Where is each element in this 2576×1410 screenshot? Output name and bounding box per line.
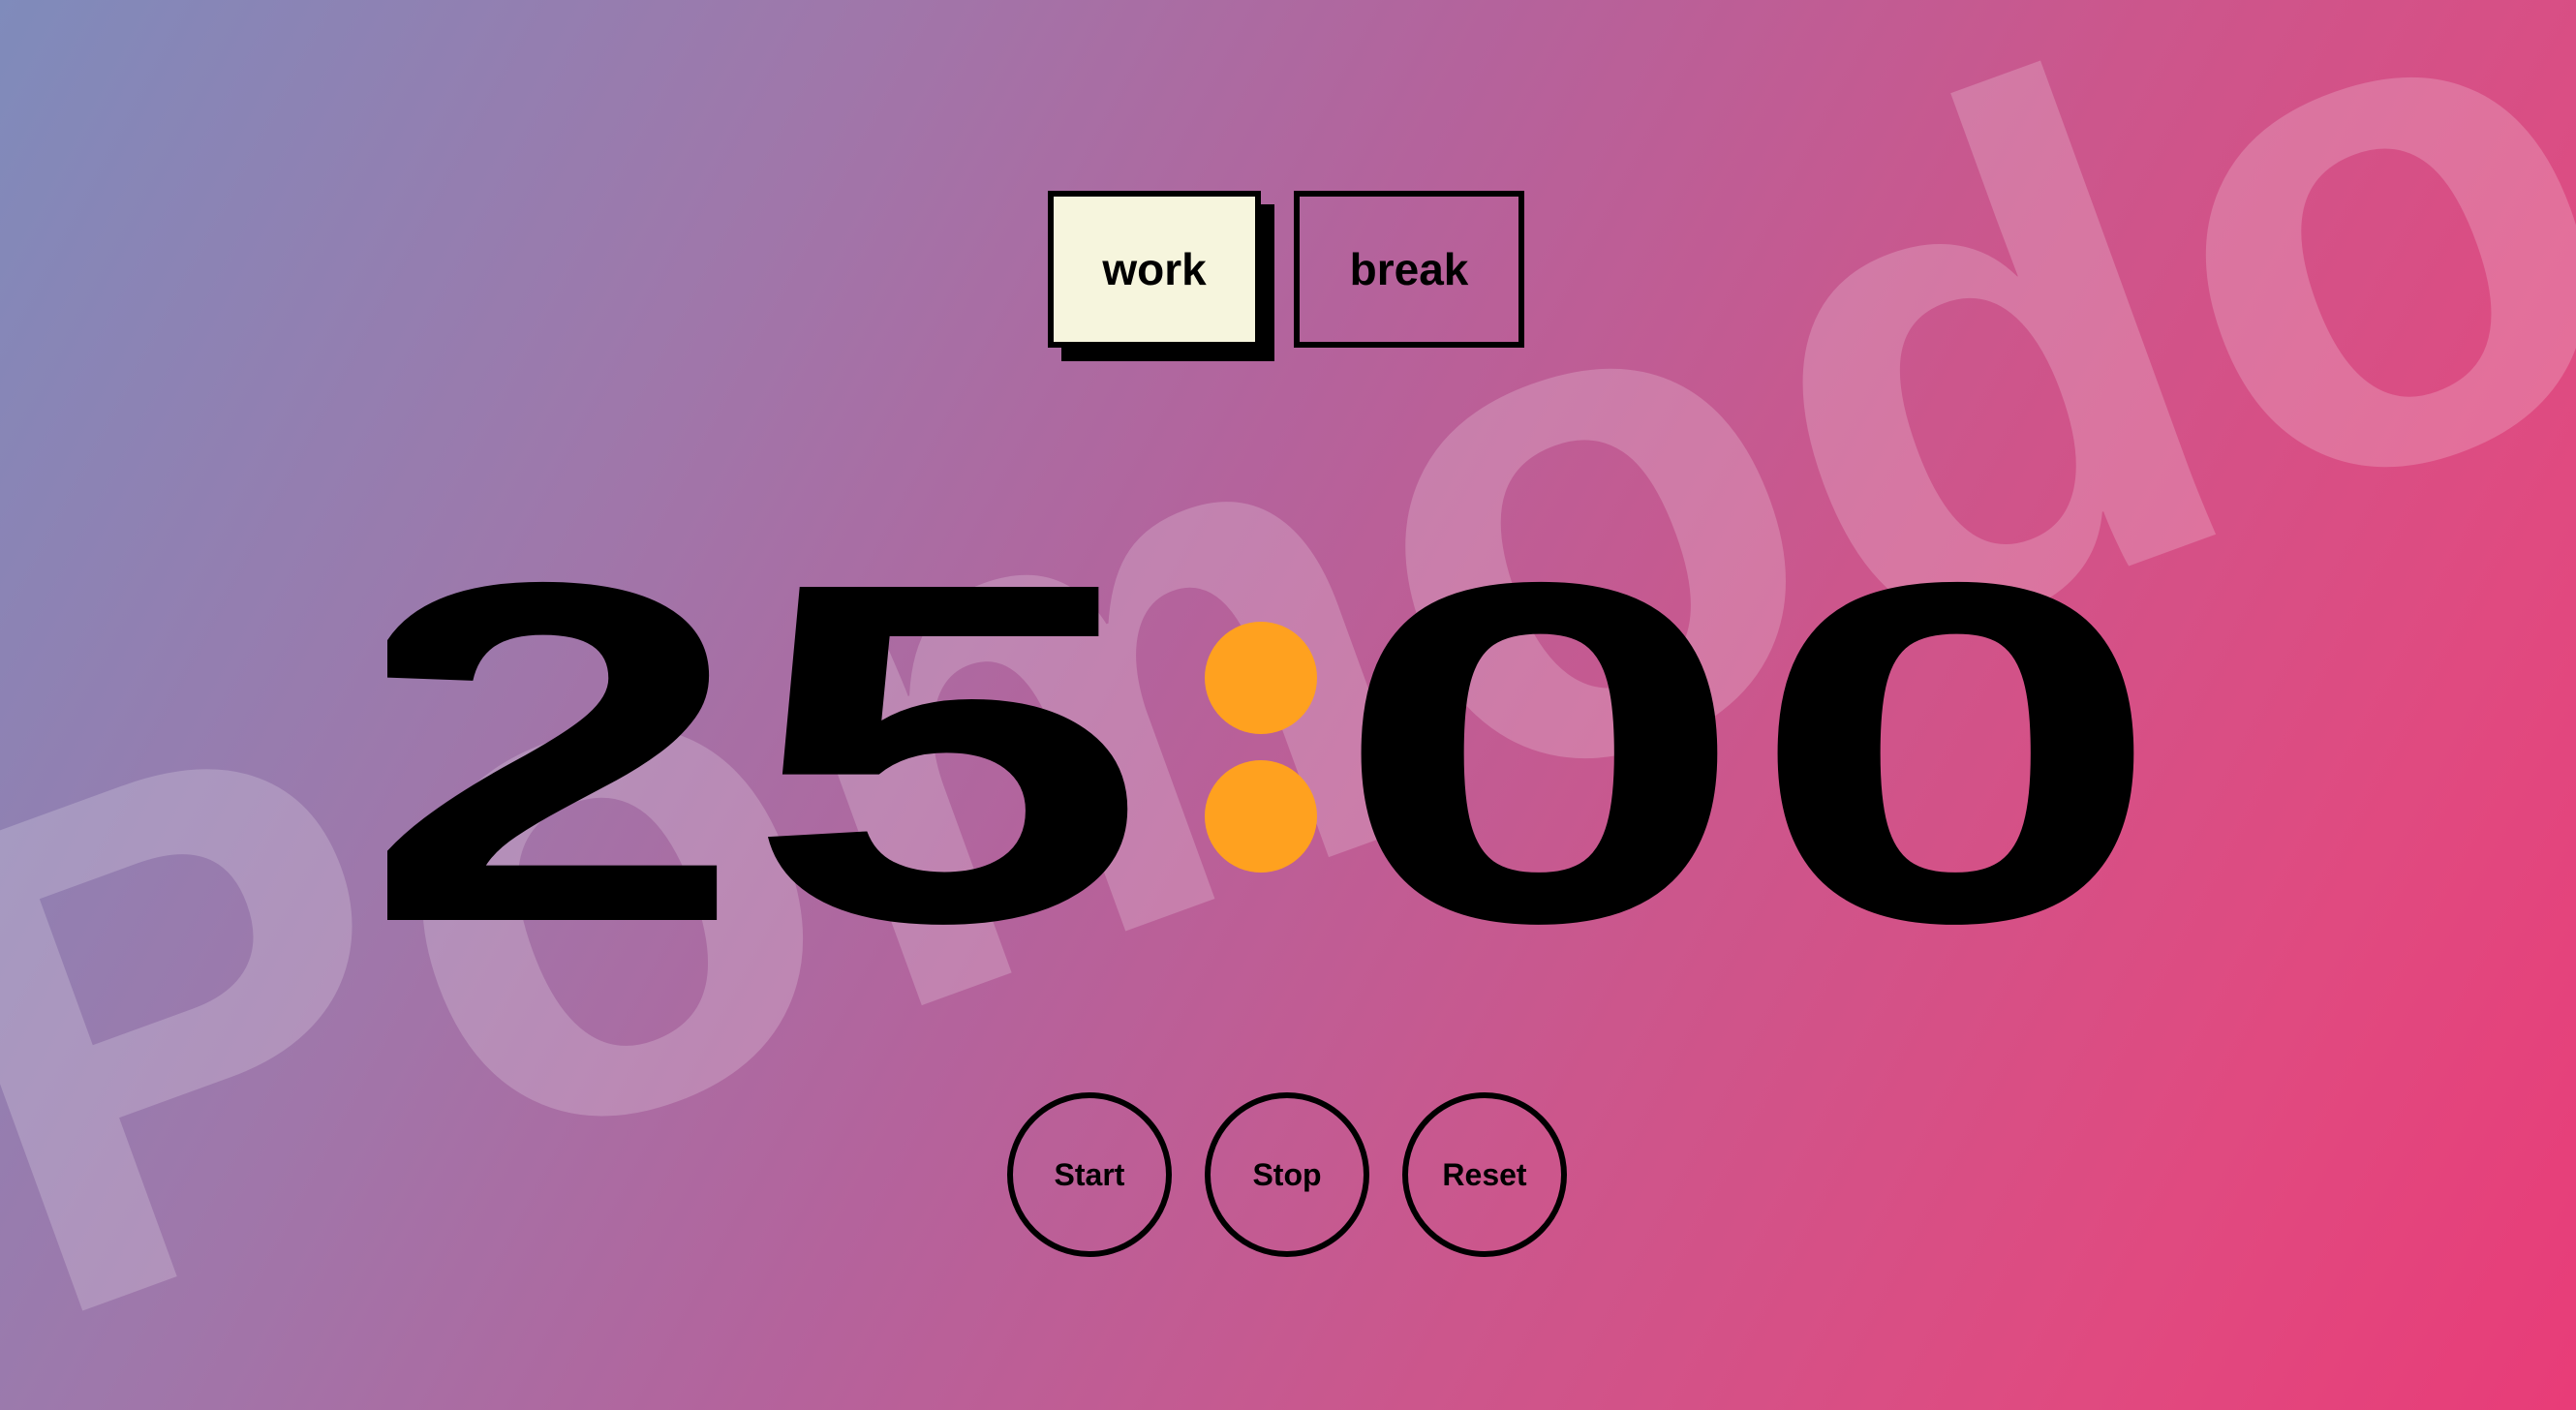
reset-button[interactable]: Reset: [1402, 1092, 1567, 1257]
work-mode-button[interactable]: work: [1048, 191, 1261, 348]
mode-toggle: work break: [1048, 191, 1524, 348]
timer-controls: Start Stop Reset: [1007, 1092, 1567, 1257]
stop-button[interactable]: Stop: [1205, 1092, 1369, 1257]
timer-seconds: 00: [1332, 523, 2164, 949]
timer-minutes: 25: [387, 523, 1148, 949]
start-button[interactable]: Start: [1007, 1092, 1172, 1257]
separator-dot-top: [1205, 622, 1317, 734]
timer-display: 25 00: [344, 481, 2189, 1023]
separator-dot-bottom: [1205, 760, 1317, 873]
break-mode-button[interactable]: break: [1294, 191, 1524, 348]
